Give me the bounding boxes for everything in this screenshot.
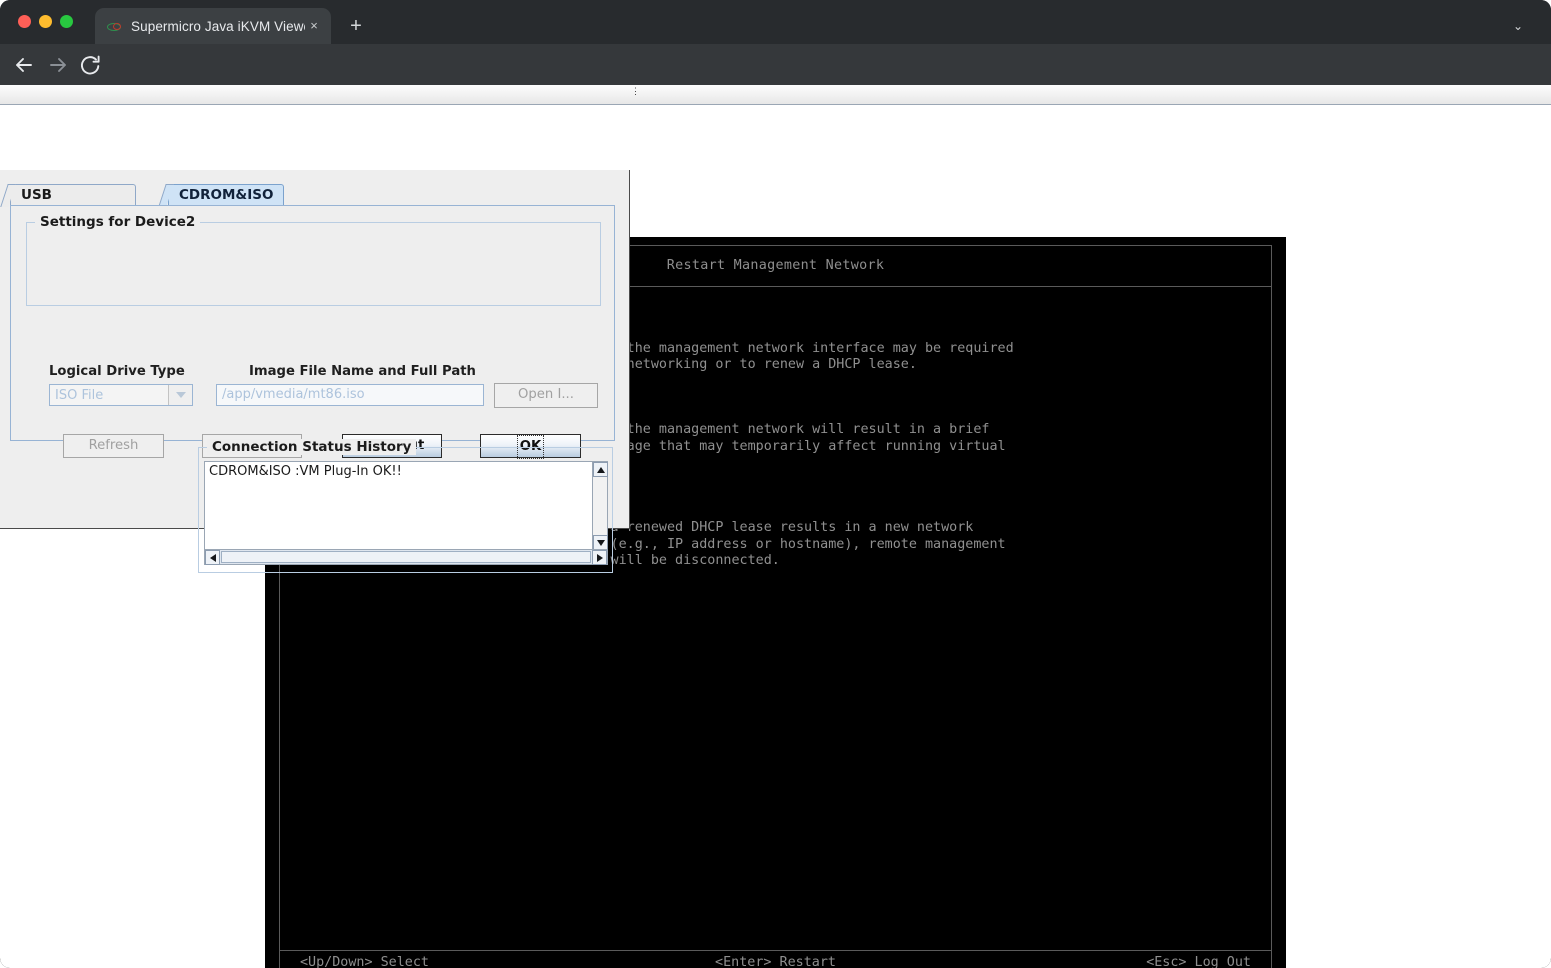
history-horizontal-scrollbar[interactable] — [205, 549, 607, 564]
reload-icon[interactable] — [78, 53, 102, 77]
close-window-button[interactable] — [18, 15, 31, 28]
image-path-label: Image File Name and Full Path — [249, 364, 476, 379]
browser-tab[interactable]: Supermicro Java iKVM Viewer × — [95, 8, 331, 44]
ikvm-page-toolbar: ⋮ — [0, 85, 1551, 105]
esxi-footer-divider — [280, 950, 1271, 951]
logical-drive-type-label: Logical Drive Type — [49, 364, 185, 379]
tab-cdrom-iso[interactable]: CDROM&ISO — [168, 184, 284, 206]
browser-tab-title: Supermicro Java iKVM Viewer — [131, 19, 305, 34]
image-path-input[interactable]: /app/vmedia/mt86.iso — [216, 384, 484, 406]
virtual-media-dialog: USB Floppy&Flash CDROM&ISO Settings for … — [0, 170, 630, 529]
logical-drive-type-select[interactable]: ISO File — [49, 384, 193, 406]
history-vertical-scrollbar[interactable] — [592, 462, 607, 550]
screenshot-root: Supermicro Java iKVM Viewer × + ⌄ viewer… — [0, 0, 1551, 968]
window-controls — [18, 15, 73, 28]
connection-status-history-group: Connection Status History CDROM&ISO :VM … — [198, 447, 613, 573]
chevron-down-icon[interactable]: ⌄ — [1506, 14, 1530, 38]
esxi-paragraph: Restarting the management network interf… — [538, 341, 1238, 374]
esxi-key-logout: <Esc> Log Out — [1146, 955, 1251, 968]
logical-drive-type-value: ISO File — [50, 388, 168, 403]
esxi-key-select: <Up/Down> Select — [300, 955, 429, 968]
minimize-window-button[interactable] — [39, 15, 52, 28]
esxi-footer-keys: <Up/Down> Select <Enter> Restart <Esc> L… — [280, 955, 1271, 968]
esxi-paragraph: Restarting the management network will r… — [538, 422, 1238, 471]
horizontal-scroll-thumb[interactable] — [221, 551, 591, 563]
browser-nav-bar: viewer.example.com — [0, 44, 1551, 85]
forward-icon — [46, 53, 70, 77]
browser-tab-strip: Supermicro Java iKVM Viewer × + ⌄ — [0, 0, 1551, 44]
tab-label: CDROM&ISO — [179, 187, 273, 203]
java-favicon-icon — [107, 19, 122, 34]
device-settings-legend: Settings for Device2 — [35, 214, 200, 230]
tab-close-icon[interactable]: × — [305, 17, 323, 35]
scroll-left-icon[interactable] — [205, 550, 220, 565]
dialog-tab-panel: Settings for Device2 Logical Drive Type … — [10, 205, 615, 441]
page-viewport: ⋮ Restart Management Network Restarting … — [0, 85, 1551, 968]
scroll-right-icon[interactable] — [592, 550, 607, 565]
open-image-button[interactable]: Open I... — [494, 383, 598, 408]
back-icon[interactable] — [12, 53, 36, 77]
esxi-console-body: Restarting the management network interf… — [538, 308, 1238, 619]
esxi-paragraph: Note: If a renewed DHCP lease results in… — [538, 520, 1238, 569]
new-tab-button[interactable]: + — [343, 13, 369, 39]
device-settings-group: Settings for Device2 — [26, 222, 601, 306]
connection-status-history-legend: Connection Status History — [207, 439, 416, 455]
toolbar-dots-icon: ⋮ — [631, 87, 640, 95]
chevron-down-icon[interactable] — [168, 385, 192, 405]
history-entry: CDROM&ISO :VM Plug-In OK!! — [209, 464, 402, 479]
browser-window: Supermicro Java iKVM Viewer × + ⌄ viewer… — [0, 0, 1551, 968]
tab-usb-floppy-flash[interactable]: USB Floppy&Flash — [10, 184, 136, 206]
scroll-down-icon[interactable] — [593, 535, 608, 550]
esxi-key-restart: <Enter> Restart — [715, 955, 836, 968]
connection-status-history-box[interactable]: CDROM&ISO :VM Plug-In OK!! — [204, 461, 608, 565]
maximize-window-button[interactable] — [60, 15, 73, 28]
refresh-button[interactable]: Refresh — [63, 434, 164, 458]
scroll-up-icon[interactable] — [593, 462, 608, 477]
